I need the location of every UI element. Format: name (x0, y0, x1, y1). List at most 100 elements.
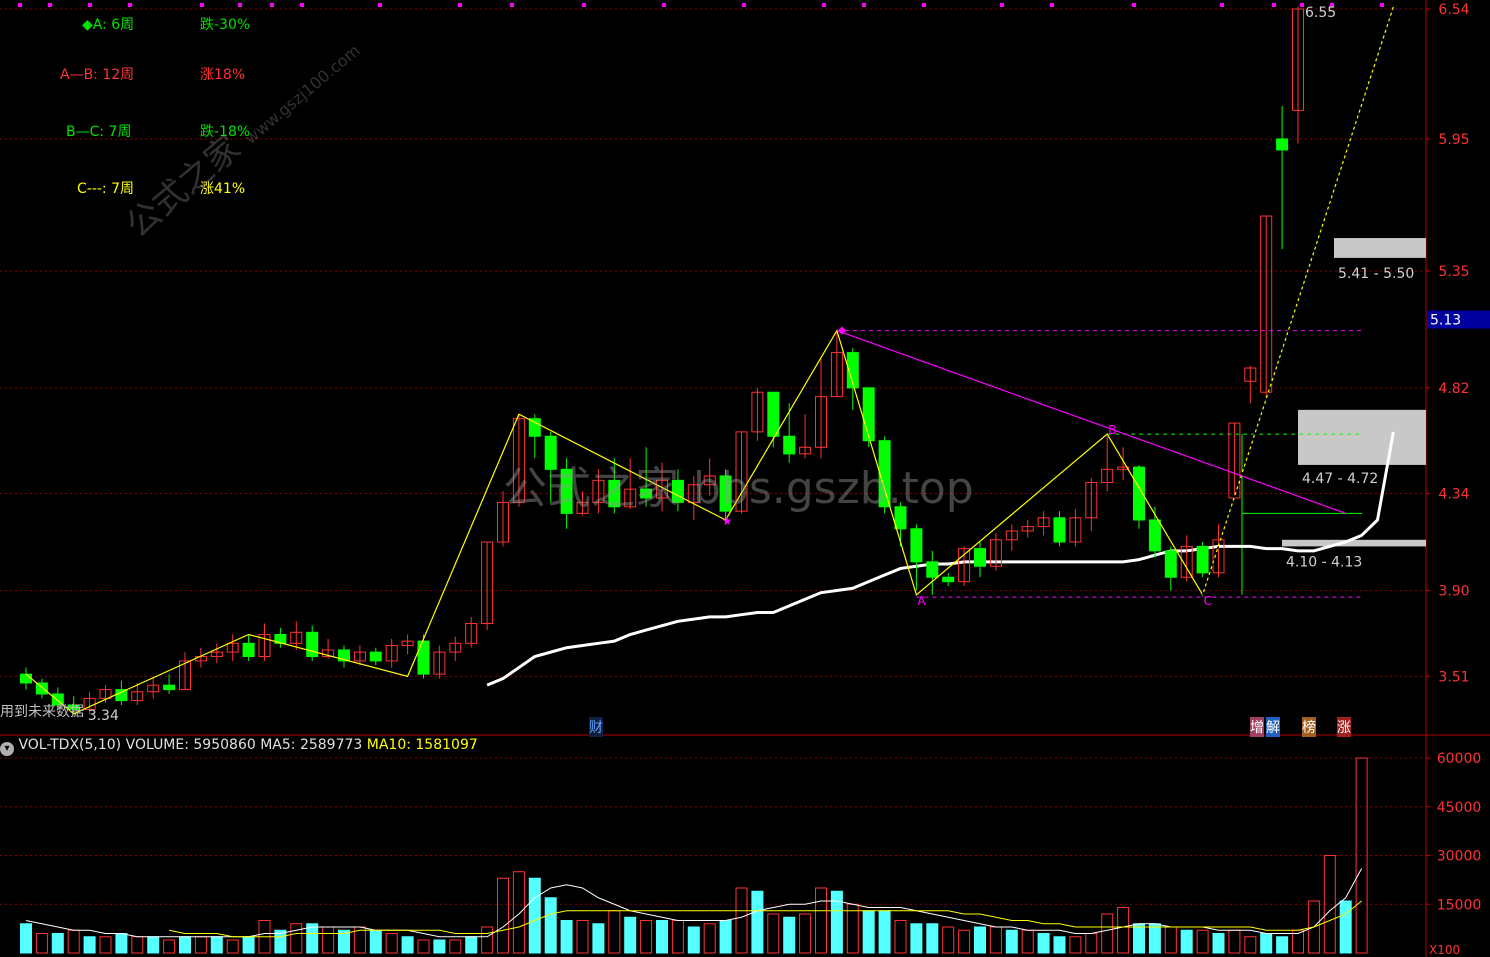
volume-bar (624, 916, 637, 954)
top-dot-marker (128, 3, 132, 7)
volume-bar (497, 877, 509, 954)
top-dot-marker (378, 3, 382, 7)
volume-bar (783, 916, 796, 954)
stat-row-3: B—C: 7周 跌-18% (66, 121, 250, 141)
top-dot-marker (238, 3, 242, 7)
candle-body (417, 640, 430, 675)
volume-bar (1180, 929, 1193, 954)
top-dot-marker (48, 3, 52, 7)
volume-bar (719, 920, 732, 954)
volume-bar (433, 939, 446, 954)
volume-bar (417, 939, 430, 954)
candle-body (862, 387, 875, 442)
price-tick-label: 5.95 (1438, 132, 1469, 148)
volume-tick-label: 45000 (1437, 800, 1482, 816)
volume-bar (656, 920, 668, 954)
top-dot-marker (742, 3, 746, 7)
volume-bar (1005, 929, 1018, 954)
watermark-main: 公式之家 bbs.gszb.top (503, 463, 974, 514)
stat-row-1: ◆A: 6周 跌-30% (82, 14, 250, 34)
candle-body (1196, 545, 1209, 574)
volume-bar (862, 910, 875, 954)
marker-cai[interactable]: 财 (589, 717, 603, 737)
volume-bar (290, 923, 303, 954)
candle-body (115, 689, 128, 702)
volume-bar (815, 887, 827, 954)
volume-bar (846, 903, 859, 954)
marker-bang[interactable]: 榜 (1302, 717, 1316, 737)
marker-zeng[interactable]: 增 (1250, 717, 1264, 737)
volume-bar (385, 933, 398, 954)
volume-bar (242, 936, 255, 954)
volume-bar (210, 936, 223, 954)
candle-body (1148, 519, 1161, 552)
support-resistance-zone (1334, 238, 1426, 258)
stat-label: A—B: 12周 (60, 67, 135, 83)
volume-bar (147, 936, 160, 954)
volume-bar (465, 936, 478, 954)
candle-body (1164, 550, 1177, 578)
marker-jie[interactable]: 解 (1266, 717, 1280, 737)
volume-tick-label: 30000 (1437, 849, 1482, 865)
candle-body (910, 528, 923, 563)
top-dot-marker (922, 3, 926, 7)
volume-bar (910, 923, 923, 954)
volume-bar (1196, 929, 1209, 954)
stat-row-4: C---: 7周 涨41% (77, 178, 245, 198)
volume-bar (401, 936, 414, 954)
price-tick-label: 3.51 (1438, 669, 1469, 685)
top-dot-marker (270, 3, 274, 7)
volume-bar (703, 923, 716, 954)
volume-bar (512, 871, 525, 954)
volume-bar (1117, 907, 1130, 954)
indicator-name[interactable]: VOL-TDX(5,10) (18, 737, 121, 753)
volume-bar (942, 926, 955, 954)
candle-body (1276, 138, 1289, 151)
point-label: A (917, 594, 926, 608)
volume-tick-label: 60000 (1437, 751, 1482, 767)
volume-bar (974, 926, 986, 954)
volume-bar (1101, 913, 1114, 954)
volume-bar (1228, 929, 1241, 954)
volume-bar (1053, 936, 1066, 954)
candle-body (528, 418, 541, 437)
zone-label: 4.10 - 4.13 (1286, 554, 1362, 570)
volume-bar (894, 920, 907, 954)
current-price-label: 5.13 (1430, 313, 1461, 329)
volume-bar (560, 920, 573, 954)
top-dot-marker (662, 3, 666, 7)
volume-bar (369, 929, 382, 954)
min-price-label: 3.34 (88, 708, 119, 724)
volume-bar (640, 920, 653, 954)
volume-bar (671, 920, 684, 954)
zone-label: 5.41 - 5.50 (1338, 266, 1414, 282)
volume-bar (958, 929, 971, 954)
top-dot-marker (510, 3, 514, 7)
candle-body (926, 561, 939, 578)
price-tick-label: 4.34 (1438, 487, 1469, 503)
volume-bar (1148, 923, 1161, 954)
volume-bar (608, 910, 621, 954)
volume-bar (449, 939, 462, 954)
volume-bar (163, 939, 176, 954)
top-dot-marker (18, 3, 22, 7)
collapse-icon[interactable]: ▾ (0, 742, 14, 756)
volume-bar (1021, 929, 1034, 954)
top-dot-marker (1000, 3, 1004, 7)
stat-label: ◆A: 6周 (82, 17, 135, 33)
star-icon: ★ (722, 514, 733, 528)
candle-body (767, 391, 780, 437)
volume-bar (481, 926, 494, 954)
volume-bar (1260, 933, 1273, 954)
volume-bar (115, 933, 128, 954)
marker-zhang[interactable]: 涨 (1337, 717, 1351, 737)
volume-tick-label: 15000 (1437, 897, 1482, 913)
candle-body (20, 673, 32, 684)
candle-body (1053, 517, 1066, 543)
volume-bar (751, 890, 764, 954)
volume-bar (179, 936, 191, 954)
volume-bar (67, 929, 80, 954)
price-tick-label: 3.90 (1438, 583, 1469, 599)
volume-bar (878, 910, 891, 954)
volume-bar (83, 936, 96, 954)
